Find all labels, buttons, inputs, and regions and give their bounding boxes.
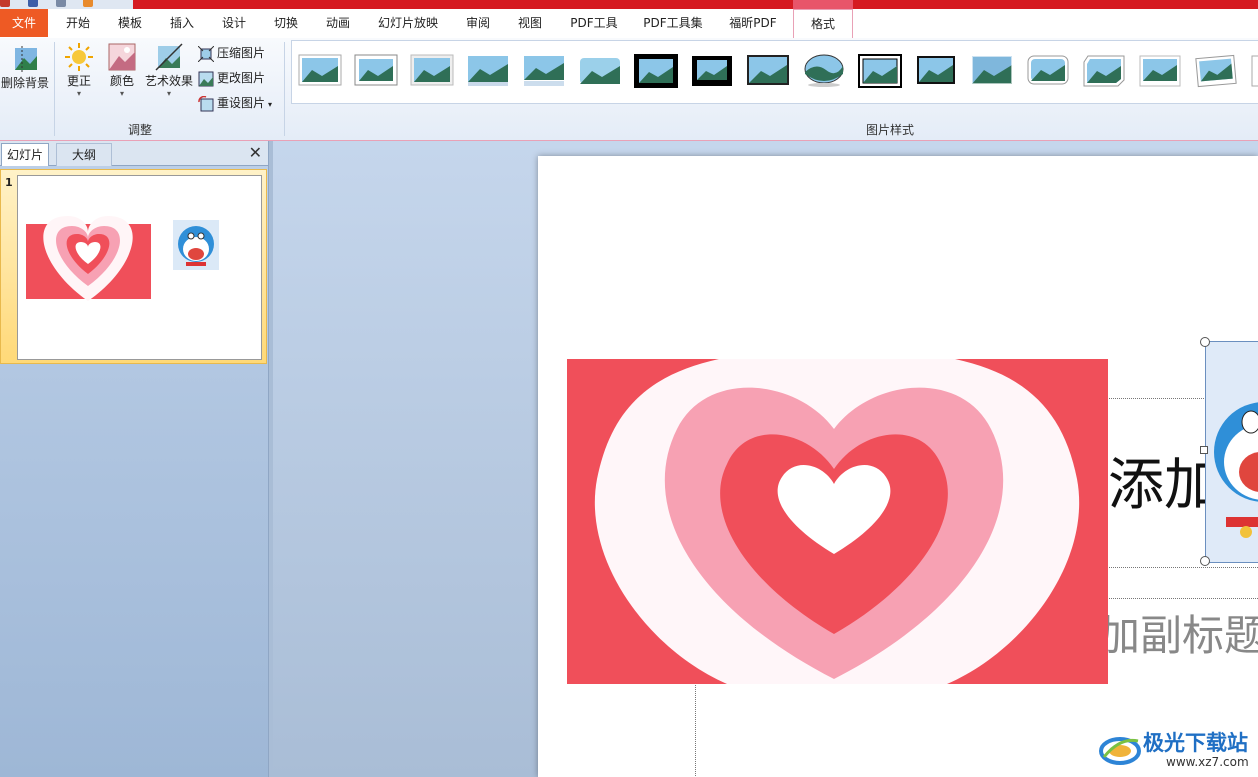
- reset-picture-label: 重设图片: [217, 96, 266, 110]
- picture-style-item[interactable]: [802, 54, 846, 88]
- picture-style-item[interactable]: [858, 54, 902, 88]
- tab-transitions[interactable]: 切换: [268, 9, 304, 37]
- artistic-effects-icon: [154, 42, 184, 72]
- title-band: [133, 0, 793, 9]
- reset-picture-button[interactable]: 重设图片 ▾: [198, 93, 272, 113]
- picture-style-item[interactable]: [1026, 54, 1070, 88]
- picture-style-item[interactable]: [914, 54, 958, 88]
- chevron-down-icon: ▾: [268, 100, 273, 109]
- close-icon[interactable]: ✕: [249, 144, 262, 162]
- tab-view[interactable]: 视图: [512, 9, 548, 37]
- chevron-down-icon: ▾: [166, 89, 171, 98]
- artistic-effects-button[interactable]: 艺术效果 ▾: [143, 42, 195, 98]
- tab-pdf-toolset[interactable]: PDF工具集: [640, 9, 706, 37]
- picture-style-item[interactable]: [1194, 54, 1238, 88]
- chevron-down-icon: ▾: [76, 89, 81, 98]
- tab-file[interactable]: 文件: [0, 9, 48, 37]
- artistic-effects-label: 艺术效果: [144, 74, 193, 88]
- ribbon-separator: [284, 42, 285, 136]
- picture-style-item[interactable]: [746, 54, 790, 88]
- heart-picture[interactable]: [567, 359, 1108, 684]
- group-label-adjust: 调整: [127, 123, 152, 137]
- subtitle-text[interactable]: 加副标题: [1098, 602, 1258, 663]
- remove-background-label: 删除背景: [0, 76, 49, 90]
- corrections-label: 更正: [66, 74, 91, 88]
- watermark-logo-icon: [1099, 737, 1141, 765]
- save-icon[interactable]: [27, 0, 38, 7]
- picture-style-item[interactable]: [578, 54, 622, 88]
- slide-thumbnail-art: [26, 216, 219, 301]
- color-label: 颜色: [109, 74, 134, 88]
- group-label-picture-styles: 图片样式: [865, 123, 914, 137]
- picture-style-item[interactable]: [970, 54, 1014, 88]
- picture-style-item[interactable]: [354, 54, 398, 88]
- compress-pictures-button[interactable]: 压缩图片: [197, 43, 266, 63]
- title-band-right: [853, 0, 1258, 9]
- picture-style-item[interactable]: [634, 54, 678, 88]
- remove-background-icon: [10, 44, 40, 74]
- compress-icon: [197, 45, 215, 62]
- slide-thumbnail[interactable]: 1: [0, 169, 267, 364]
- change-picture-button[interactable]: 更改图片: [198, 68, 265, 88]
- undo-icon[interactable]: [55, 0, 66, 7]
- watermark: 极光下载站 www.xz7.com: [1098, 727, 1258, 775]
- change-picture-label: 更改图片: [217, 71, 266, 85]
- doraemon-art: [1214, 402, 1258, 538]
- picture-style-item[interactable]: [522, 54, 566, 88]
- tab-foxit-pdf[interactable]: 福昕PDF: [722, 9, 784, 37]
- ribbon-separator: [54, 42, 55, 136]
- tab-outline[interactable]: 大纲: [56, 143, 112, 166]
- picture-style-item[interactable]: [1250, 54, 1258, 88]
- resize-handle[interactable]: [1200, 337, 1210, 347]
- resize-handle[interactable]: [1200, 556, 1210, 566]
- change-picture-icon: [198, 71, 214, 87]
- ribbon: 删除背景 更正 ▾ 颜色 ▾ 艺术效果 ▾ 压缩图片 更改图片 重设图片 ▾ 调整: [0, 38, 1258, 141]
- slide-editor: 添加标 加副标题: [273, 141, 1258, 777]
- slide-canvas[interactable]: 添加标 加副标题: [538, 156, 1258, 777]
- tab-design[interactable]: 设计: [216, 9, 252, 37]
- pane-tabs: 幻灯片 大纲 ✕: [0, 141, 268, 166]
- tab-animations[interactable]: 动画: [320, 9, 356, 37]
- slide-thumbnail-canvas: [17, 175, 262, 360]
- tab-slides[interactable]: 幻灯片: [1, 143, 49, 166]
- picture-style-item[interactable]: [1082, 54, 1126, 88]
- tab-insert[interactable]: 插入: [164, 9, 200, 37]
- tab-review[interactable]: 审阅: [460, 9, 496, 37]
- resize-handle[interactable]: [1200, 446, 1208, 454]
- slide-number: 1: [5, 176, 13, 189]
- picture-styles-gallery: [291, 40, 1258, 104]
- picture-tools-context: [793, 0, 853, 9]
- watermark-url: www.xz7.com: [1166, 755, 1249, 769]
- sun-icon: [64, 42, 94, 72]
- watermark-title: 极光下载站: [1143, 731, 1248, 755]
- tab-slideshow[interactable]: 幻灯片放映: [372, 9, 444, 37]
- picture-style-item[interactable]: [466, 54, 510, 88]
- ribbon-tab-row: 文件 开始 模板 插入 设计 切换 动画 幻灯片放映 审阅 视图 PDF工具 P…: [0, 9, 1258, 39]
- picture-style-item[interactable]: [410, 54, 454, 88]
- color-icon: [107, 42, 137, 72]
- compress-label: 压缩图片: [217, 46, 266, 60]
- tab-templates[interactable]: 模板: [112, 9, 148, 37]
- reset-picture-icon: [198, 95, 214, 112]
- app-icon[interactable]: [0, 0, 10, 7]
- tab-pdf-tools[interactable]: PDF工具: [564, 9, 624, 37]
- picture-style-item[interactable]: [690, 54, 734, 88]
- title-bar: [0, 0, 1258, 9]
- quick-access-toolbar[interactable]: [0, 0, 130, 8]
- color-button[interactable]: 颜色 ▾: [104, 42, 140, 98]
- doraemon-picture[interactable]: [1205, 341, 1258, 563]
- slides-pane: 幻灯片 大纲 ✕ 1: [0, 141, 269, 777]
- chevron-down-icon: ▾: [119, 89, 124, 98]
- corrections-button[interactable]: 更正 ▾: [60, 42, 98, 98]
- redo-icon[interactable]: [83, 0, 94, 7]
- tab-home[interactable]: 开始: [60, 9, 96, 37]
- tab-format[interactable]: 格式: [793, 9, 853, 39]
- remove-background-button[interactable]: 删除背景: [0, 44, 50, 91]
- picture-style-item[interactable]: [298, 54, 342, 88]
- picture-style-item[interactable]: [1138, 54, 1182, 88]
